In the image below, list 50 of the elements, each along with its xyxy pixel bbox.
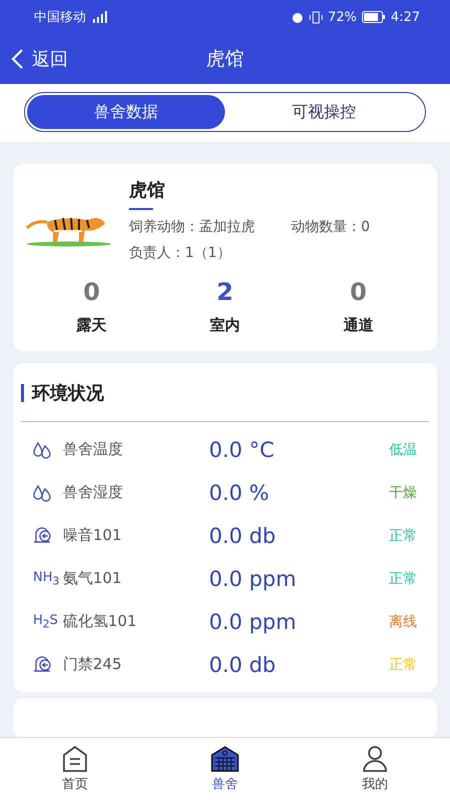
tab[interactable]: 兽舍数据: [27, 95, 225, 129]
user-icon: [362, 745, 388, 773]
sensor-status: 干燥: [389, 484, 417, 502]
stat-value: 0: [350, 278, 367, 306]
formula-label: H$_{2}$S: [33, 612, 58, 630]
sensor-name: 氨气101: [63, 569, 123, 588]
home-icon: [62, 745, 88, 773]
stat-label: 室内: [210, 316, 240, 335]
nav-tab[interactable]: 兽舍: [150, 738, 300, 800]
sensor-reading: 0.0 ppm: [209, 566, 298, 590]
sensor-status: 正常: [389, 570, 417, 588]
formula-label: NH$_{3}$: [33, 570, 60, 588]
battery-percent: 72%: [328, 10, 357, 24]
sensor-status: 离线: [389, 612, 417, 630]
vibrate-icon: [308, 10, 323, 24]
enclosure-name: 虎馆: [129, 179, 166, 202]
sensor-reading: 0.0 %: [209, 480, 270, 504]
drops-icon: [33, 440, 51, 460]
sensor-name: 门禁245: [63, 655, 123, 674]
stat-value: 2: [216, 278, 234, 306]
tab[interactable]: 可视操控: [225, 95, 423, 129]
carrier-name: 中国移动: [34, 9, 86, 26]
nav-tab[interactable]: 我的: [300, 738, 450, 800]
stat-value: 0: [83, 278, 100, 306]
back-button[interactable]: 返回: [10, 47, 68, 71]
drops-icon: [33, 482, 51, 502]
sensor-status: 正常: [389, 526, 417, 544]
keeper-label: 负责人：1（1）: [129, 244, 232, 262]
sensor-status: 低温: [389, 440, 417, 458]
sensor-reading: 0.0 db: [209, 652, 277, 676]
signal-icon: [91, 11, 109, 23]
nav-tab[interactable]: 首页: [0, 738, 150, 800]
battery-icon: [362, 11, 386, 23]
sensor-name: 硫化氢101: [63, 612, 138, 631]
animal-label: 饲养动物：孟加拉虎: [129, 218, 255, 236]
page-title: 虎馆: [206, 47, 244, 72]
sensor-reading: 0.0 db: [209, 524, 277, 548]
sensor-status: 正常: [389, 656, 417, 674]
building-icon: [210, 745, 240, 773]
clock-time: 4:27: [390, 10, 420, 24]
sensor-reading: 0.0 °C: [209, 438, 276, 462]
animal-count: 动物数量：0: [291, 218, 370, 236]
sensor-name: 噪音101: [63, 526, 123, 545]
sensor-name: 兽舍温度: [63, 440, 124, 459]
sensor-name: 兽舍湿度: [63, 483, 124, 502]
stat-label: 通道: [343, 316, 374, 335]
sensor-reading: 0.0 ppm: [209, 610, 298, 634]
stat-label: 露天: [76, 316, 107, 335]
chevron-left-icon: [10, 48, 24, 70]
section-title: 环境状况: [32, 382, 104, 405]
